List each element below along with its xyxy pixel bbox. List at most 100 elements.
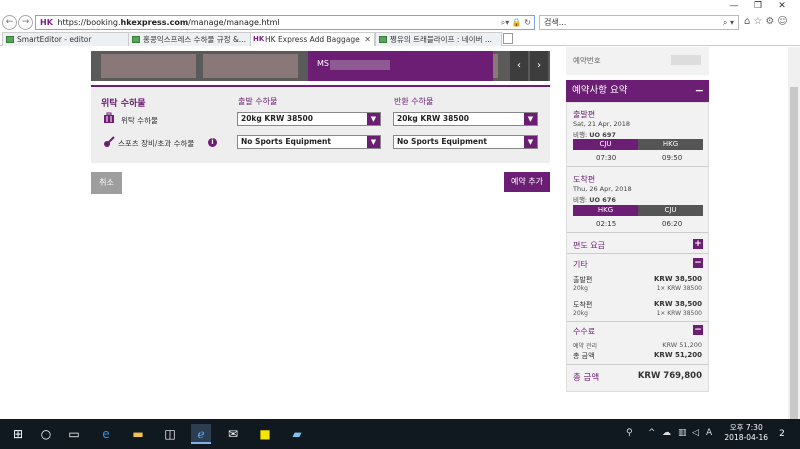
collapse-icon[interactable]: − bbox=[693, 258, 703, 268]
mail-icon[interactable]: ✉ bbox=[223, 424, 243, 444]
scrollbar-thumb[interactable] bbox=[790, 87, 798, 419]
tab-baggage-rules[interactable]: 홍콩익스프레스 수하물 규정 &... bbox=[128, 32, 252, 46]
fare-label: 편도 요금 bbox=[573, 241, 605, 250]
url-prefix: https://booking. bbox=[57, 18, 121, 27]
page-scrollbar[interactable] bbox=[788, 47, 800, 419]
origin-code: CJU bbox=[573, 139, 638, 150]
outbound-arrival-time: 09:50 bbox=[662, 154, 683, 162]
return-sports-select[interactable]: No Sports Equipment ▼ bbox=[393, 135, 538, 149]
lock-icon[interactable]: 🔒 bbox=[512, 18, 522, 27]
close-tab-icon[interactable]: ✕ bbox=[364, 33, 371, 46]
route-arrow-icon bbox=[633, 139, 639, 149]
favorites-star-icon[interactable]: ☆ bbox=[753, 16, 762, 27]
new-tab-button[interactable] bbox=[503, 33, 513, 44]
divider bbox=[567, 232, 708, 233]
section-title: 위탁 수하물 bbox=[101, 99, 146, 109]
prev-passenger-button[interactable]: ‹ bbox=[510, 51, 528, 81]
outbound-sports-select[interactable]: No Sports Equipment ▼ bbox=[237, 135, 381, 149]
system-clock[interactable]: 오후 7:30 2018-04-16 bbox=[724, 423, 768, 443]
tab-strip: SmartEditor - editor 홍콩익스프레스 수하물 규정 &...… bbox=[0, 32, 800, 46]
clock-time: 오후 7:30 bbox=[729, 423, 763, 432]
passenger-tab[interactable] bbox=[203, 54, 298, 78]
hk-icon: HK bbox=[253, 35, 265, 43]
flight-number: UO 697 bbox=[589, 131, 616, 139]
return-item-price: KRW 38,500 bbox=[654, 300, 702, 308]
add-booking-button[interactable]: 예약 추가 bbox=[504, 172, 550, 192]
next-passenger-button[interactable]: › bbox=[530, 51, 548, 81]
file-explorer-icon[interactable]: ▬ bbox=[128, 424, 148, 444]
search-input[interactable]: 검색... ⌕ ▾ bbox=[539, 15, 739, 30]
cancel-button[interactable]: 취소 bbox=[91, 172, 122, 194]
home-icon[interactable]: ⌂ bbox=[744, 16, 750, 27]
outbound-column-header: 출발 수하물 bbox=[238, 97, 278, 106]
back-button[interactable]: ← bbox=[2, 15, 17, 30]
onedrive-icon[interactable]: ☁ bbox=[662, 428, 671, 438]
outbound-title: 출발편 bbox=[573, 110, 596, 119]
task-view-icon[interactable]: ▭ bbox=[64, 424, 84, 444]
select-value: 20kg KRW 38500 bbox=[397, 114, 469, 123]
passenger-selector: MS ‹ › bbox=[91, 51, 550, 81]
outbound-departure-time: 07:30 bbox=[596, 154, 617, 162]
collapse-icon[interactable]: − bbox=[695, 80, 704, 102]
baggage-panel: 위탁 수하물 출발 수하물 반환 수하물 위탁 수하물 20kg KRW 385… bbox=[91, 85, 550, 163]
people-icon[interactable]: ⚲ bbox=[626, 428, 633, 438]
smiley-feedback-icon[interactable]: ☺ bbox=[777, 16, 787, 27]
address-bar[interactable]: HK https://booking.hkexpress.com/manage/… bbox=[35, 15, 535, 30]
booking-reference: 예약번호 bbox=[566, 47, 709, 75]
passenger-tab[interactable] bbox=[101, 54, 196, 78]
chevron-up-icon[interactable]: ^ bbox=[648, 428, 656, 438]
notification-center-icon[interactable]: 2 bbox=[772, 424, 792, 444]
minimize-button[interactable]: — bbox=[722, 0, 746, 12]
divider bbox=[567, 253, 708, 254]
passenger-tab-active[interactable]: MS bbox=[308, 51, 493, 81]
outbound-item-unit-price: 1× KRW 38500 bbox=[656, 285, 702, 292]
return-item-label: 도착편 bbox=[573, 301, 593, 309]
refresh-icon[interactable]: ↻ bbox=[524, 18, 531, 27]
internet-explorer-icon[interactable]: ℯ bbox=[191, 424, 211, 444]
tab-travel-life[interactable]: 쩡유의 트래블라이프 : 네이버 ... bbox=[375, 32, 502, 46]
tab-hk-express-add-baggage[interactable]: HK HK Express Add Baggage ✕ bbox=[250, 32, 375, 46]
return-baggage-select[interactable]: 20kg KRW 38500 ▼ bbox=[393, 112, 538, 126]
outbound-baggage-select[interactable]: 20kg KRW 38500 ▼ bbox=[237, 112, 381, 126]
destination-code: CJU bbox=[638, 205, 703, 216]
search-icon[interactable]: ⌕ bbox=[501, 18, 505, 27]
fees-total-label: 총 금액 bbox=[573, 352, 595, 360]
return-date: Thu, 26 Apr, 2018 bbox=[573, 185, 632, 193]
select-value: 20kg KRW 38500 bbox=[241, 114, 313, 123]
management-fee-label: 예약 관리 bbox=[573, 343, 597, 350]
divider bbox=[567, 321, 708, 322]
network-icon[interactable]: ▥ bbox=[678, 428, 687, 438]
outbound-date: Sat, 21 Apr, 2018 bbox=[573, 120, 631, 128]
search-placeholder: 검색... bbox=[544, 18, 567, 27]
summary-header[interactable]: 예약사항 요약 − bbox=[566, 80, 709, 102]
tab-smarteditor[interactable]: SmartEditor - editor bbox=[2, 32, 130, 46]
return-departure-time: 02:15 bbox=[596, 220, 617, 228]
input-method-icon[interactable]: A bbox=[706, 428, 712, 438]
search-icon[interactable]: ⌕ ▾ bbox=[723, 16, 734, 29]
volume-icon[interactable]: ◁ bbox=[692, 428, 699, 438]
outbound-flight: 비행: UO 697 bbox=[573, 129, 616, 139]
restore-button[interactable]: ❐ bbox=[746, 0, 770, 12]
chevron-down-icon: ▼ bbox=[367, 136, 380, 148]
url-path: /manage/manage.html bbox=[188, 18, 280, 27]
green-editor-icon bbox=[132, 36, 140, 43]
info-icon[interactable]: i bbox=[208, 138, 217, 147]
settings-gear-icon[interactable]: ⚙ bbox=[765, 16, 774, 27]
outbound-item-weight: 20kg bbox=[573, 285, 588, 292]
origin-code: HKG bbox=[573, 205, 638, 216]
address-tools: ⌕▾ 🔒 ↻ bbox=[500, 18, 531, 27]
passenger-name: MS bbox=[317, 59, 329, 68]
close-window-button[interactable]: ✕ bbox=[770, 0, 794, 12]
search-icon[interactable]: ○ bbox=[36, 424, 56, 444]
kakaotalk-icon[interactable]: ■ bbox=[255, 424, 275, 444]
notes-icon[interactable]: ▰ bbox=[287, 424, 307, 444]
notification-count: 2 bbox=[779, 429, 785, 439]
edge-browser-icon[interactable]: e bbox=[96, 424, 116, 444]
windows-start-icon[interactable]: ⊞ bbox=[8, 424, 28, 444]
url-domain: hkexpress.com bbox=[120, 18, 189, 27]
collapse-icon[interactable]: − bbox=[693, 325, 703, 335]
forward-button[interactable]: → bbox=[18, 15, 33, 30]
expand-icon[interactable]: + bbox=[693, 239, 703, 249]
checked-baggage-label: 위탁 수하물 bbox=[121, 116, 158, 125]
store-icon[interactable]: ◫ bbox=[160, 424, 180, 444]
